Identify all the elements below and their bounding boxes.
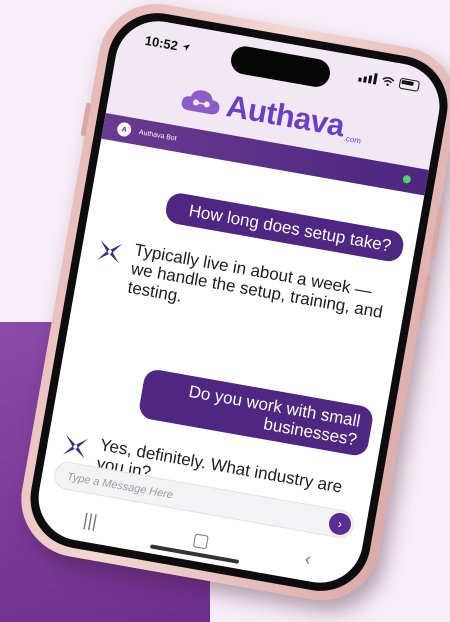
wifi-icon	[382, 76, 395, 86]
phone-bezel: 10:52 Authava .com A Authava Bot How lon…	[22, 5, 450, 599]
bot-star-icon	[97, 240, 123, 264]
status-icons	[358, 71, 421, 92]
phone-screen: 10:52 Authava .com A Authava Bot How lon…	[31, 14, 447, 590]
brand-domain-suffix: .com	[342, 133, 362, 146]
user-message-bubble: Do you work with small businesses?	[137, 367, 375, 458]
online-status-dot	[402, 174, 412, 184]
signal-icon	[358, 71, 378, 85]
phone-mockup: 10:52 Authava .com A Authava Bot How lon…	[12, 0, 450, 610]
location-arrow-icon	[182, 44, 190, 52]
phone-volume-down	[418, 274, 432, 321]
bot-message-text: Typically live in about a week — we hand…	[126, 240, 385, 322]
battery-icon	[398, 77, 421, 92]
home-button[interactable]: ▢	[191, 528, 211, 552]
send-icon: ›	[336, 516, 344, 532]
phone-action-button	[80, 102, 92, 137]
bot-avatar: A	[116, 121, 133, 138]
bot-name: Authava Bot	[138, 128, 178, 143]
bot-star-icon	[62, 435, 88, 459]
phone-volume-up	[429, 205, 444, 262]
message-list: How long does setup take? Typically live…	[44, 139, 424, 521]
status-time: 10:52	[144, 33, 192, 56]
brand-name: Authava	[223, 88, 347, 144]
send-button[interactable]: ›	[327, 511, 353, 537]
cloud-logo-icon	[181, 90, 220, 115]
recent-apps-button[interactable]: |||	[82, 509, 99, 532]
back-button[interactable]: ‹	[303, 548, 312, 570]
